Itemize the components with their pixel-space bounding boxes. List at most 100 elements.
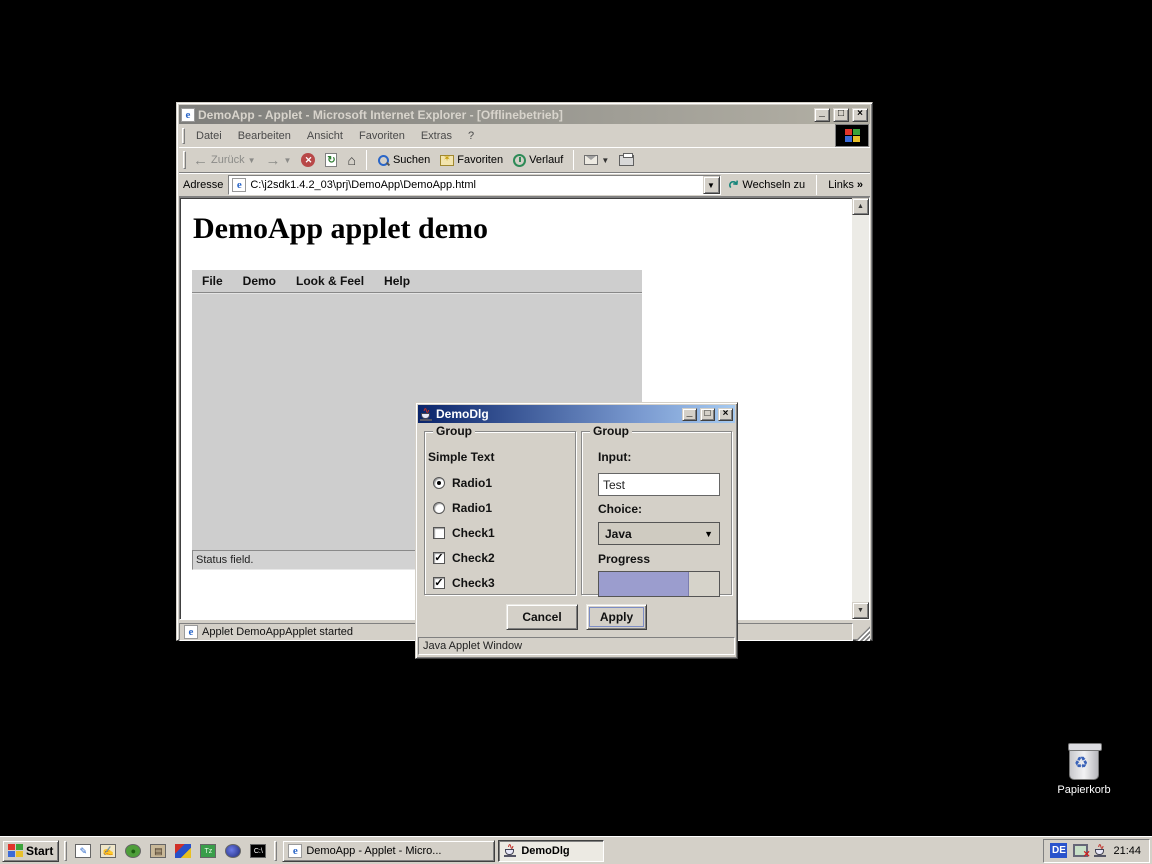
demodlg-title-bar[interactable]: ∿ DemoDlg _ □ × xyxy=(418,405,735,423)
stop-icon: ✕ xyxy=(301,153,315,167)
vertical-scrollbar[interactable]: ▲ ▼ xyxy=(852,198,869,619)
go-button[interactable]: ↷ Wechseln zu xyxy=(726,174,809,196)
toolbar-separator xyxy=(366,150,367,170)
applet-menu-demo[interactable]: Demo xyxy=(233,274,286,288)
globe-icon[interactable] xyxy=(224,842,242,860)
applet-menu-lookfeel[interactable]: Look & Feel xyxy=(286,274,374,288)
menubar-grip[interactable] xyxy=(182,128,185,144)
network-disconnected-icon[interactable] xyxy=(1073,844,1088,857)
address-input[interactable]: e C:\j2sdk1.4.2_03\prj\DemoApp\DemoApp.h… xyxy=(228,175,720,195)
favorites-button[interactable]: Favoriten xyxy=(437,149,506,171)
ie-title-bar[interactable]: e DemoApp - Applet - Microsoft Internet … xyxy=(179,105,870,124)
start-button[interactable]: Start xyxy=(2,840,59,862)
back-dropdown-icon[interactable]: ▼ xyxy=(248,156,256,165)
applet-menu-help[interactable]: Help xyxy=(374,274,420,288)
menu-datei[interactable]: Datei xyxy=(188,130,230,142)
dialog-minimize-button[interactable]: _ xyxy=(682,408,697,421)
ie-window-title: DemoApp - Applet - Microsoft Internet Ex… xyxy=(198,108,811,122)
checkbox-checked-icon[interactable]: ✓ xyxy=(433,552,445,564)
forward-button[interactable]: → ▼ xyxy=(263,149,295,171)
stop-button[interactable]: ✕ xyxy=(298,149,318,171)
green-terminal-icon[interactable]: Tz xyxy=(199,842,217,860)
mail-button[interactable]: ▼ xyxy=(581,149,612,171)
command-prompt-icon[interactable]: C:\ xyxy=(249,842,267,860)
menu-extras[interactable]: Extras xyxy=(413,130,460,142)
toolbar-grip[interactable] xyxy=(183,151,186,169)
input-field[interactable]: Test xyxy=(598,473,720,496)
search-icon xyxy=(377,154,390,167)
history-button[interactable]: Verlauf xyxy=(510,149,566,171)
check3-label: Check3 xyxy=(452,576,495,590)
links-chevron-icon[interactable]: » xyxy=(857,179,863,191)
menu-hilfe[interactable]: ? xyxy=(460,130,482,142)
favorites-label: Favoriten xyxy=(457,154,503,166)
resize-grip[interactable] xyxy=(855,623,870,641)
scroll-up-icon[interactable]: ▲ xyxy=(852,198,869,215)
outlook-express-icon[interactable]: ✎ xyxy=(74,842,92,860)
radio-selected-icon[interactable] xyxy=(433,477,445,489)
progress-bar xyxy=(598,571,720,597)
check-row-2[interactable]: ✓ Check2 xyxy=(433,551,495,565)
maximize-button[interactable]: □ xyxy=(833,108,849,122)
java-tray-icon[interactable]: ∿ xyxy=(1094,844,1107,857)
search-label: Suchen xyxy=(393,154,430,166)
radio-unselected-icon[interactable] xyxy=(433,502,445,514)
checkbox-checked-icon[interactable]: ✓ xyxy=(433,577,445,589)
task2-label: DemoDlg xyxy=(521,845,569,857)
refresh-button[interactable]: ↻ xyxy=(322,149,340,171)
recycle-bin-icon[interactable]: ♻ xyxy=(1069,746,1099,780)
radio-row-2[interactable]: Radio1 xyxy=(433,501,492,515)
check-row-3[interactable]: ✓ Check3 xyxy=(433,576,495,590)
taskbar-item-demodlg[interactable]: ∿ DemoDlg xyxy=(498,840,604,862)
dialog-maximize-button[interactable]: □ xyxy=(700,408,715,421)
recycle-bin-label: Papierkorb xyxy=(1056,784,1112,796)
check1-label: Check1 xyxy=(452,526,495,540)
dialog-close-button[interactable]: × xyxy=(718,408,733,421)
menu-bearbeiten[interactable]: Bearbeiten xyxy=(230,130,299,142)
choice-combobox[interactable]: Java ▼ xyxy=(598,522,720,545)
windows-flag-icon xyxy=(845,129,860,142)
language-indicator[interactable]: DE xyxy=(1050,843,1067,858)
back-button[interactable]: ← Zurück ▼ xyxy=(190,149,259,171)
search-button[interactable]: Suchen xyxy=(374,149,433,171)
favorites-icon xyxy=(440,155,454,166)
forward-dropdown-icon[interactable]: ▼ xyxy=(284,156,292,165)
print-button[interactable] xyxy=(616,149,637,171)
applet-menu-file[interactable]: File xyxy=(192,274,233,288)
group-right-title: Group xyxy=(590,424,632,438)
forward-icon: → xyxy=(266,152,281,169)
check-row-1[interactable]: Check1 xyxy=(433,526,495,540)
taskbar-item-demoapp[interactable]: e DemoApp - Applet - Micro... xyxy=(282,840,495,862)
history-label: Verlauf xyxy=(529,154,563,166)
links-button[interactable]: Links » xyxy=(825,174,866,196)
address-dropdown-button[interactable]: ▼ xyxy=(703,176,720,194)
scroll-down-icon[interactable]: ▼ xyxy=(852,602,869,619)
menu-favoriten[interactable]: Favoriten xyxy=(351,130,413,142)
green-app-icon[interactable]: ● xyxy=(124,842,142,860)
java-cup-icon: ∿ xyxy=(420,408,433,421)
minimize-button[interactable]: _ xyxy=(814,108,830,122)
address-value: C:\j2sdk1.4.2_03\prj\DemoApp\DemoApp.htm… xyxy=(250,179,698,191)
taskbar-grip[interactable] xyxy=(64,841,67,861)
media-ribbon-icon[interactable] xyxy=(174,842,192,860)
radio-row-1[interactable]: Radio1 xyxy=(433,476,492,490)
address-label: Adresse xyxy=(183,179,223,191)
apply-button[interactable]: Apply xyxy=(586,604,647,630)
cancel-button[interactable]: Cancel xyxy=(506,604,578,630)
ie-toolbar: ← Zurück ▼ → ▼ ✕ ↻ ⌂ Suchen xyxy=(179,148,870,173)
book-icon[interactable]: ▤ xyxy=(149,842,167,860)
group-box-right: Group Input: Test Choice: Java ▼ Progres… xyxy=(581,431,732,595)
recycle-bin[interactable]: ♻ Papierkorb xyxy=(1056,746,1112,796)
show-desktop-icon[interactable]: ✍ xyxy=(99,842,117,860)
refresh-icon: ↻ xyxy=(325,153,337,167)
taskbar-clock: 21:44 xyxy=(1113,845,1141,857)
history-icon xyxy=(513,154,526,167)
home-button[interactable]: ⌂ xyxy=(344,149,358,171)
ie-page-icon: e xyxy=(288,844,302,858)
menu-ansicht[interactable]: Ansicht xyxy=(299,130,351,142)
close-button[interactable]: × xyxy=(852,108,868,122)
mail-dropdown-icon[interactable]: ▼ xyxy=(601,156,609,165)
checkbox-unchecked-icon[interactable] xyxy=(433,527,445,539)
taskbar-grip[interactable] xyxy=(274,841,277,861)
go-icon: ↷ xyxy=(725,175,744,194)
